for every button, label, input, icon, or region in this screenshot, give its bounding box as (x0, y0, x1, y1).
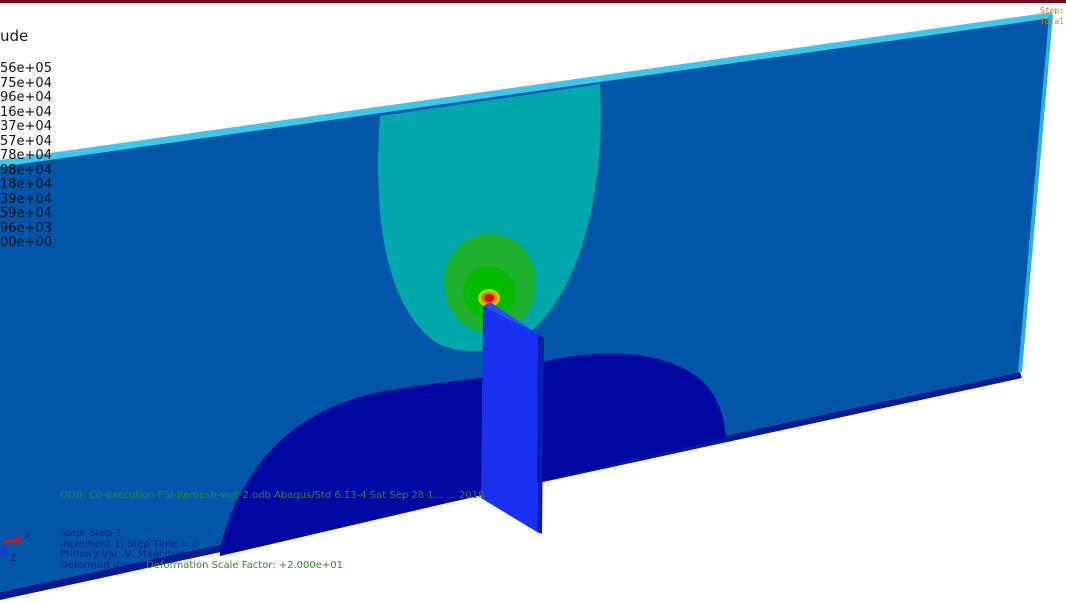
step-value: Total (1039, 17, 1064, 26)
legend-value: 59e+04 (0, 206, 52, 221)
z-axis-arrowhead (2, 546, 8, 556)
contour-plot (0, 12, 1053, 600)
legend-value: 75e+04 (0, 75, 52, 91)
flap-side (537, 334, 544, 534)
z-axis-label: Z (10, 554, 16, 564)
viewport-canvas[interactable] (0, 0, 1066, 600)
deformed-var-line: Deformed Var: U Deformation Scale Factor… (60, 560, 343, 572)
legend-value: 98e+04 (0, 162, 52, 178)
primary-var: Primary Var: V, Magnitude (60, 549, 191, 560)
legend-value: 37e+04 (0, 119, 52, 134)
legend-value: 96e+04 (0, 90, 52, 105)
flap-front (481, 306, 538, 532)
step-info-block: Step: Step-1 Increment 1: Step Time = 0 … (60, 528, 199, 561)
deformation-scale: Deformation Scale Factor: +2.000e+01 (146, 560, 343, 571)
legend-value: 56e+05 (0, 61, 52, 76)
legend-value: 18e+04 (0, 177, 52, 192)
legend-values: 56e+05 75e+04 96e+04 16e+04 37e+04 57e+0… (0, 61, 52, 251)
legend-value: 16e+04 (0, 104, 52, 120)
odb-info: ODB: Co-execution-FSI-Remesh-wgt-2.odb A… (60, 490, 485, 501)
legend-title: ude (0, 27, 29, 45)
legend-value: 78e+04 (0, 148, 52, 163)
step-label: Step: (1039, 6, 1064, 15)
contour-red-hotspot (484, 294, 494, 302)
axis-triad: X Z (2, 532, 30, 564)
step-indicator: Step: Total (1040, 5, 1064, 27)
legend-value: 96e+03 (0, 220, 52, 236)
x-axis-arrowhead (16, 536, 22, 544)
legend-value: 57e+04 (0, 133, 52, 149)
legend-value: 00e+00 (0, 235, 52, 250)
x-axis-label: X (24, 532, 30, 542)
deformed-var: Deformed Var: U (60, 560, 143, 571)
legend-value: 39e+04 (0, 191, 52, 207)
window-top-border (0, 0, 1066, 3)
x-axis-arrow (3, 538, 17, 544)
step-name: Step: Step-1 (60, 528, 123, 539)
